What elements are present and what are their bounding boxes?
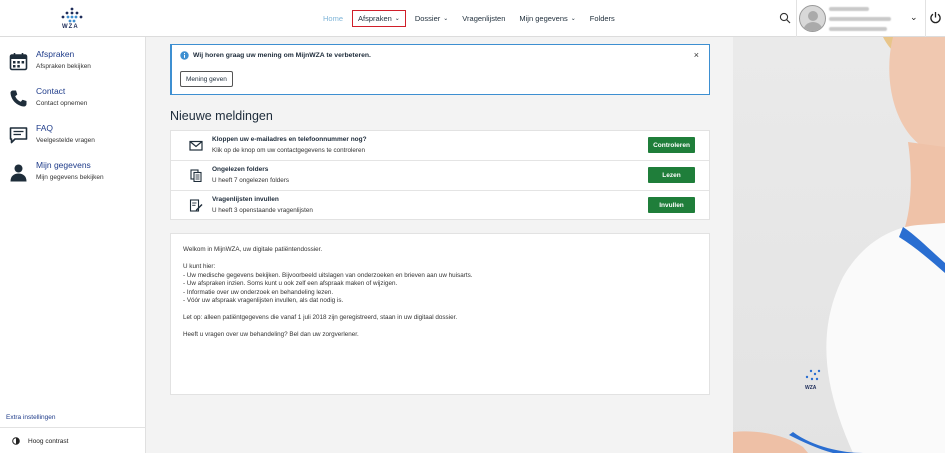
person-icon [10,164,27,182]
mail-icon [189,140,203,151]
nav-vragenlijsten[interactable]: Vragenlijsten [455,10,512,27]
extra-settings-label[interactable]: Extra instellingen [6,414,56,421]
sidebar-item-title: FAQ [36,123,54,133]
user-info-blurred [829,7,869,11]
calendar-icon [9,53,28,71]
feedback-notice: Wij horen graag uw mening om MijnWZA te … [170,44,710,95]
chevron-down-icon: ⌄ [570,16,576,22]
high-contrast-label: Hoog contrast [28,437,69,445]
search-icon[interactable] [779,12,791,24]
folders-icon [190,169,202,182]
notification-subtitle: U heeft 7 ongelezen folders [212,177,290,184]
contrast-icon [12,437,20,445]
header-divider [796,0,797,37]
sidebar-item-contact[interactable]: Contact Contact opnemen [0,83,146,117]
sidebar-item-title: Afspraken [36,49,75,59]
welcome-question: Heeft u vragen over uw behandeling? Bel … [183,331,359,338]
check-details-button[interactable]: Controleren [648,137,695,153]
nav-home-label: Home [323,14,344,23]
power-icon[interactable] [929,11,942,24]
notification-title: Ongelezen folders [212,166,269,173]
nav-home[interactable]: Home [316,10,350,27]
list-item: Ongelezen folders U heeft 7 ongelezen fo… [171,161,709,191]
sidebar-item-subtitle: Mijn gegevens bekijken [36,174,104,181]
close-icon[interactable]: × [694,50,699,60]
nav-afspraken[interactable]: Afspraken ⌄ [352,10,406,27]
sidebar: Afspraken Afspraken bekijken Contact Con… [0,37,146,453]
nurse-photo: WZA [733,37,945,453]
sidebar-item-mijn-gegevens[interactable]: Mijn gegevens Mijn gegevens bekijken [0,157,146,191]
high-contrast-toggle[interactable]: Hoog contrast [12,437,68,445]
nav-folders[interactable]: Folders [583,10,622,27]
welcome-bullet: - Vóór uw afspraak vragenlijsten invulle… [183,297,344,304]
nav-folders-label: Folders [589,14,615,23]
chevron-down-icon: ⌄ [443,16,449,22]
form-edit-icon [189,199,203,212]
nav-mijn-gegevens[interactable]: Mijn gegevens ⌄ [512,10,582,27]
notification-title: Kloppen uw e-mailadres en telefoonnummer… [212,136,367,143]
notice-text: Wij horen graag uw mening om MijnWZA te … [193,52,371,59]
sidebar-item-subtitle: Veelgestelde vragen [36,137,95,144]
phone-icon [10,90,27,107]
sidebar-item-title: Contact [36,86,66,96]
user-info-blurred [829,17,891,21]
user-info-blurred [829,27,887,31]
sidebar-item-title: Mijn gegevens [36,160,91,170]
avatar[interactable] [799,5,826,32]
welcome-bullet: - Uw medische gegevens bekijken. Bijvoor… [183,271,473,279]
nurse-illustration: WZA [733,37,945,453]
nav-vragenlijsten-label: Vragenlijsten [462,14,506,23]
sidebar-item-subtitle: Contact opnemen [36,100,88,107]
sidebar-item-subtitle: Afspraken bekijken [36,63,91,70]
notification-subtitle: U heeft 3 openstaande vragenlijsten [212,207,313,214]
give-feedback-button[interactable]: Mening geven [180,71,233,87]
info-icon [180,51,189,60]
notification-title: Vragenlijsten invullen [212,196,279,203]
nav-dossier[interactable]: Dossier ⌄ [408,10,455,27]
nav-dossier-label: Dossier [414,14,441,23]
list-item: Vragenlijsten invullen U heeft 3 opensta… [171,191,709,221]
welcome-panel: Welkom in MijnWZA, uw digitale patiënten… [170,233,710,395]
welcome-note: Let op: alleen patiëntgegevens die vanaf… [183,314,458,321]
fill-in-questionnaires-button[interactable]: Invullen [648,197,695,213]
notification-subtitle: Klik op de knop om uw contactgegevens te… [212,147,365,154]
logo-text: WZA [62,24,79,30]
header-divider [925,0,926,37]
sidebar-item-faq[interactable]: FAQ Veelgestelde vragen [0,120,146,154]
notifications-list: Kloppen uw e-mailadres en telefoonnummer… [170,130,710,220]
section-title: Nieuwe meldingen [170,109,273,123]
welcome-bullet: - Informatie over uw onderzoek en behand… [183,288,334,296]
main-nav: Home Afspraken ⌄ Dossier ⌄ Vragenlijsten M… [316,0,622,37]
svg-text:WZA: WZA [805,385,817,391]
welcome-bullet: - Uw afspraken inzien. Soms kunt u ook z… [183,280,398,287]
sidebar-divider [0,427,146,428]
chevron-down-icon[interactable]: ⌄ [910,12,918,23]
chat-icon [9,127,28,144]
nav-mijn-gegevens-label: Mijn gegevens [519,14,568,23]
chevron-down-icon: ⌄ [394,16,400,22]
read-folders-button[interactable]: Lezen [648,167,695,183]
top-header: WZA Home Afspraken ⌄ Dossier ⌄ Vragenlijst… [0,0,945,37]
welcome-lead: U kunt hier: [183,263,216,270]
sidebar-item-afspraken[interactable]: Afspraken Afspraken bekijken [0,46,146,80]
main-content: Wij horen graag uw mening om MijnWZA te … [146,37,733,453]
list-item: Kloppen uw e-mailadres en telefoonnummer… [171,131,709,161]
welcome-intro: Welkom in MijnWZA, uw digitale patiënten… [183,246,323,253]
nav-afspraken-label: Afspraken [358,14,392,23]
